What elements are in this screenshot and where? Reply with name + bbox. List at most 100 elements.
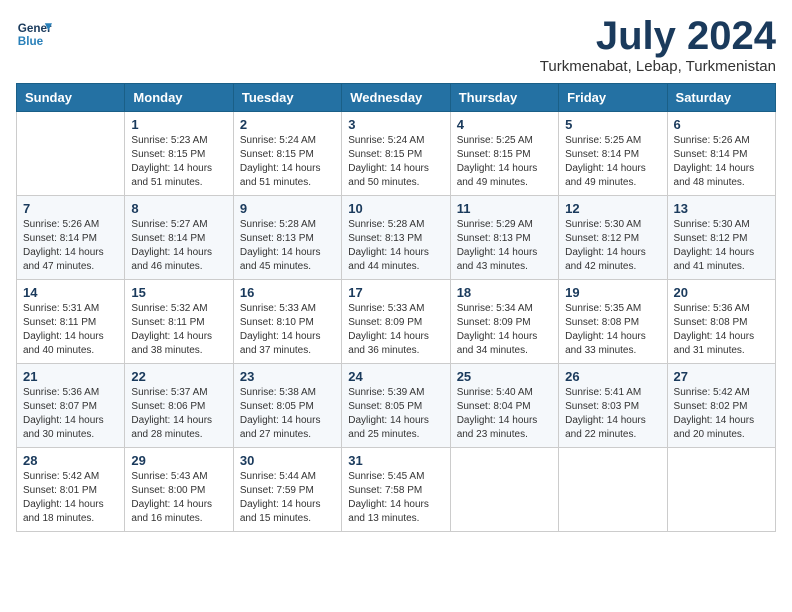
month-title: July 2024 [540, 16, 776, 56]
day-info: Sunrise: 5:25 AM Sunset: 8:14 PM Dayligh… [565, 134, 660, 190]
day-info: Sunrise: 5:28 AM Sunset: 8:13 PM Dayligh… [240, 218, 335, 274]
day-number: 12 [565, 201, 660, 216]
day-info: Sunrise: 5:36 AM Sunset: 8:08 PM Dayligh… [674, 302, 769, 358]
day-cell: 31 Sunrise: 5:45 AM Sunset: 7:58 PM Dayli… [342, 448, 450, 532]
day-cell: 4Sunrise: 5:25 AM Sunset: 8:15 PM Daylig… [450, 112, 558, 196]
day-number: 8 [131, 201, 226, 216]
day-info: Sunrise: 5:44 AM Sunset: 7:59 PM Dayligh… [240, 470, 335, 526]
logo-icon: General Blue [16, 16, 52, 52]
day-info: Sunrise: 5:26 AM Sunset: 8:14 PM Dayligh… [23, 218, 118, 274]
day-cell: 26Sunrise: 5:41 AM Sunset: 8:03 PM Dayli… [559, 364, 667, 448]
calendar-table: SundayMondayTuesdayWednesdayThursdayFrid… [16, 83, 776, 532]
calendar-body: 1 Sunrise: 5:23 AM Sunset: 8:15 PM Daylig… [17, 112, 776, 532]
day-number: 31 [348, 453, 443, 468]
day-info: Sunrise: 5:45 AM Sunset: 7:58 PM Dayligh… [348, 470, 443, 526]
day-info: Sunrise: 5:40 AM Sunset: 8:04 PM Dayligh… [457, 386, 552, 442]
day-cell [450, 448, 558, 532]
header-cell-wednesday: Wednesday [342, 84, 450, 112]
day-info: Sunrise: 5:36 AM Sunset: 8:07 PM Dayligh… [23, 386, 118, 442]
day-info: Sunrise: 5:24 AM Sunset: 8:15 PM Dayligh… [348, 134, 443, 190]
header-cell-thursday: Thursday [450, 84, 558, 112]
day-number: 27 [674, 369, 769, 384]
day-cell: 17 Sunrise: 5:33 AM Sunset: 8:09 PM Dayli… [342, 280, 450, 364]
day-info: Sunrise: 5:42 AM Sunset: 8:02 PM Dayligh… [674, 386, 769, 442]
day-cell: 24Sunrise: 5:39 AM Sunset: 8:05 PM Dayli… [342, 364, 450, 448]
day-info: Sunrise: 5:38 AM Sunset: 8:05 PM Dayligh… [240, 386, 335, 442]
day-cell: 20Sunrise: 5:36 AM Sunset: 8:08 PM Dayli… [667, 280, 775, 364]
day-number: 14 [23, 285, 118, 300]
header-cell-tuesday: Tuesday [233, 84, 341, 112]
day-info: Sunrise: 5:23 AM Sunset: 8:15 PM Dayligh… [131, 134, 226, 190]
day-cell: 16Sunrise: 5:33 AM Sunset: 8:10 PM Dayli… [233, 280, 341, 364]
day-cell: 15 Sunrise: 5:32 AM Sunset: 8:11 PM Dayli… [125, 280, 233, 364]
day-number: 17 [348, 285, 443, 300]
day-cell: 3Sunrise: 5:24 AM Sunset: 8:15 PM Daylig… [342, 112, 450, 196]
day-cell: 8 Sunrise: 5:27 AM Sunset: 8:14 PM Daylig… [125, 196, 233, 280]
day-number: 25 [457, 369, 552, 384]
day-number: 26 [565, 369, 660, 384]
day-number: 23 [240, 369, 335, 384]
week-row-2: 7 Sunrise: 5:26 AM Sunset: 8:14 PM Daylig… [17, 196, 776, 280]
day-cell: 18 Sunrise: 5:34 AM Sunset: 8:09 PM Dayli… [450, 280, 558, 364]
day-cell: 19 Sunrise: 5:35 AM Sunset: 8:08 PM Dayli… [559, 280, 667, 364]
day-info: Sunrise: 5:31 AM Sunset: 8:11 PM Dayligh… [23, 302, 118, 358]
day-info: Sunrise: 5:43 AM Sunset: 8:00 PM Dayligh… [131, 470, 226, 526]
day-cell: 25 Sunrise: 5:40 AM Sunset: 8:04 PM Dayli… [450, 364, 558, 448]
day-cell: 30 Sunrise: 5:44 AM Sunset: 7:59 PM Dayli… [233, 448, 341, 532]
day-cell: 27 Sunrise: 5:42 AM Sunset: 8:02 PM Dayli… [667, 364, 775, 448]
day-number: 22 [131, 369, 226, 384]
day-cell [17, 112, 125, 196]
day-info: Sunrise: 5:35 AM Sunset: 8:08 PM Dayligh… [565, 302, 660, 358]
day-cell: 7 Sunrise: 5:26 AM Sunset: 8:14 PM Daylig… [17, 196, 125, 280]
calendar-header: SundayMondayTuesdayWednesdayThursdayFrid… [17, 84, 776, 112]
header-cell-monday: Monday [125, 84, 233, 112]
day-number: 1 [131, 117, 226, 132]
day-info: Sunrise: 5:33 AM Sunset: 8:10 PM Dayligh… [240, 302, 335, 358]
day-number: 6 [674, 117, 769, 132]
day-cell: 22 Sunrise: 5:37 AM Sunset: 8:06 PM Dayli… [125, 364, 233, 448]
day-cell: 10 Sunrise: 5:28 AM Sunset: 8:13 PM Dayli… [342, 196, 450, 280]
day-info: Sunrise: 5:42 AM Sunset: 8:01 PM Dayligh… [23, 470, 118, 526]
day-cell: 2Sunrise: 5:24 AM Sunset: 8:15 PM Daylig… [233, 112, 341, 196]
week-row-3: 14 Sunrise: 5:31 AM Sunset: 8:11 PM Dayli… [17, 280, 776, 364]
day-number: 19 [565, 285, 660, 300]
day-info: Sunrise: 5:27 AM Sunset: 8:14 PM Dayligh… [131, 218, 226, 274]
day-number: 30 [240, 453, 335, 468]
day-number: 28 [23, 453, 118, 468]
day-cell: 28 Sunrise: 5:42 AM Sunset: 8:01 PM Dayli… [17, 448, 125, 532]
day-cell [667, 448, 775, 532]
day-info: Sunrise: 5:26 AM Sunset: 8:14 PM Dayligh… [674, 134, 769, 190]
day-number: 7 [23, 201, 118, 216]
page-header: General Blue July 2024 Turkmenabat, Leba… [16, 16, 776, 75]
day-cell: 29Sunrise: 5:43 AM Sunset: 8:00 PM Dayli… [125, 448, 233, 532]
day-info: Sunrise: 5:32 AM Sunset: 8:11 PM Dayligh… [131, 302, 226, 358]
day-info: Sunrise: 5:29 AM Sunset: 8:13 PM Dayligh… [457, 218, 552, 274]
day-number: 21 [23, 369, 118, 384]
day-number: 15 [131, 285, 226, 300]
header-row: SundayMondayTuesdayWednesdayThursdayFrid… [17, 84, 776, 112]
day-number: 9 [240, 201, 335, 216]
day-cell: 5 Sunrise: 5:25 AM Sunset: 8:14 PM Daylig… [559, 112, 667, 196]
svg-text:Blue: Blue [18, 35, 44, 48]
logo: General Blue [16, 16, 52, 52]
day-info: Sunrise: 5:37 AM Sunset: 8:06 PM Dayligh… [131, 386, 226, 442]
day-number: 10 [348, 201, 443, 216]
day-info: Sunrise: 5:28 AM Sunset: 8:13 PM Dayligh… [348, 218, 443, 274]
day-number: 18 [457, 285, 552, 300]
week-row-5: 28 Sunrise: 5:42 AM Sunset: 8:01 PM Dayli… [17, 448, 776, 532]
day-number: 5 [565, 117, 660, 132]
day-cell: 1 Sunrise: 5:23 AM Sunset: 8:15 PM Daylig… [125, 112, 233, 196]
header-cell-saturday: Saturday [667, 84, 775, 112]
header-cell-friday: Friday [559, 84, 667, 112]
day-cell: 11 Sunrise: 5:29 AM Sunset: 8:13 PM Dayli… [450, 196, 558, 280]
day-info: Sunrise: 5:34 AM Sunset: 8:09 PM Dayligh… [457, 302, 552, 358]
week-row-4: 21 Sunrise: 5:36 AM Sunset: 8:07 PM Dayli… [17, 364, 776, 448]
day-cell: 6 Sunrise: 5:26 AM Sunset: 8:14 PM Daylig… [667, 112, 775, 196]
day-info: Sunrise: 5:33 AM Sunset: 8:09 PM Dayligh… [348, 302, 443, 358]
day-number: 11 [457, 201, 552, 216]
day-cell: 14 Sunrise: 5:31 AM Sunset: 8:11 PM Dayli… [17, 280, 125, 364]
day-info: Sunrise: 5:30 AM Sunset: 8:12 PM Dayligh… [565, 218, 660, 274]
location-subtitle: Turkmenabat, Lebap, Turkmenistan [540, 58, 776, 75]
day-info: Sunrise: 5:25 AM Sunset: 8:15 PM Dayligh… [457, 134, 552, 190]
day-cell: 9 Sunrise: 5:28 AM Sunset: 8:13 PM Daylig… [233, 196, 341, 280]
